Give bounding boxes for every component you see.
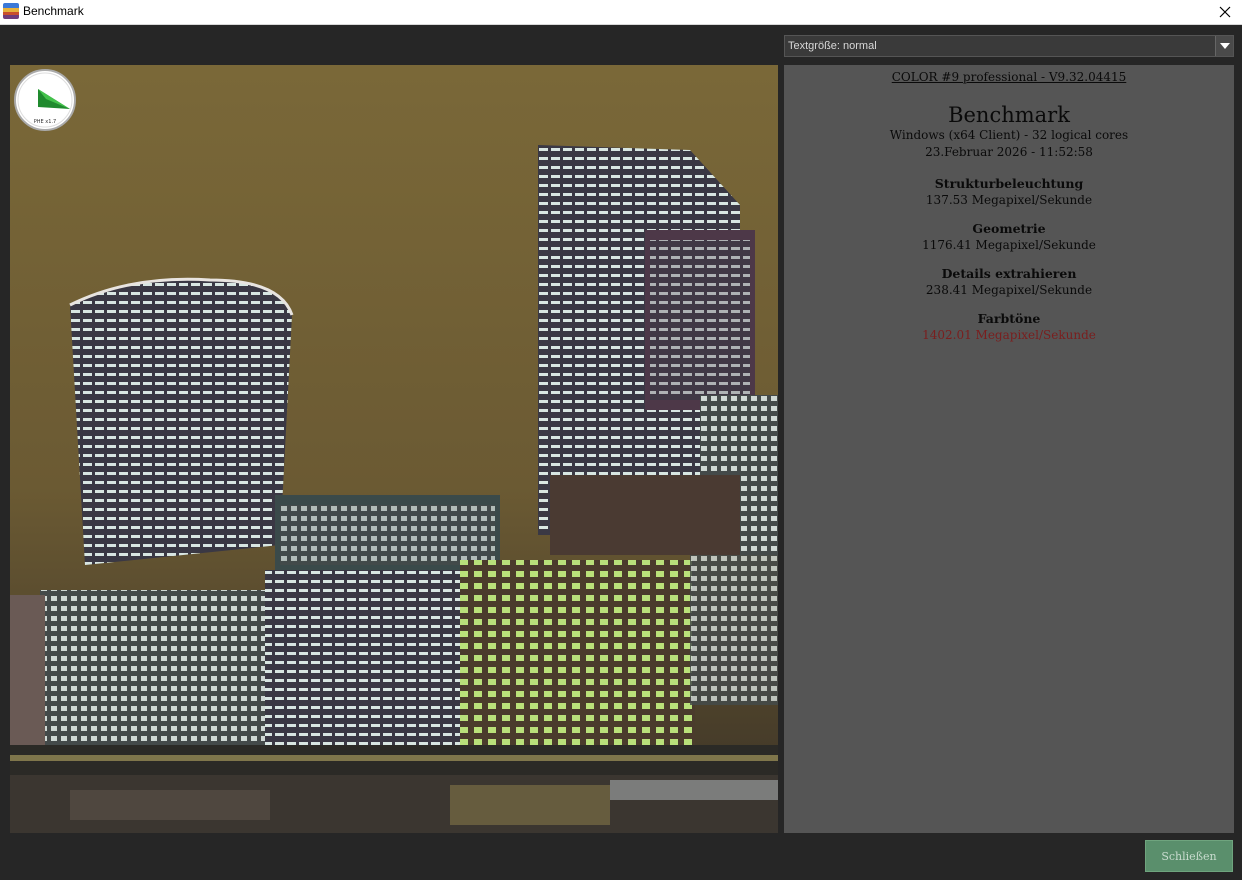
metric-name: Details extrahieren <box>941 266 1077 281</box>
metric-name: Farbtöne <box>977 311 1041 326</box>
benchmark-gauge-icon: PHE x1.7 <box>14 69 76 131</box>
benchmark-datetime: 23.Februar 2026 - 11:52:58 <box>925 145 1093 159</box>
window-title: Benchmark <box>23 4 84 18</box>
metric-value-highlighted: 1402.01 Megapixel/Sekunde <box>922 328 1096 342</box>
metric-name: Geometrie <box>972 221 1046 236</box>
version-link[interactable]: COLOR #9 professional - V9.32.04415 <box>784 70 1234 84</box>
chevron-down-icon <box>1219 42 1230 49</box>
close-icon <box>1219 6 1231 18</box>
results-title: Benchmark <box>948 103 1070 127</box>
text-size-select-value: Textgröße: normal <box>788 40 877 52</box>
gauge-label: PHE x1.7 <box>34 119 56 125</box>
window-close-button[interactable] <box>1208 0 1242 24</box>
title-bar: Benchmark <box>0 0 1242 25</box>
text-size-select[interactable]: Textgröße: normal <box>784 35 1234 57</box>
dropdown-toggle[interactable] <box>1215 36 1233 56</box>
benchmark-results-panel: COLOR #9 professional - V9.32.04415 Benc… <box>784 65 1234 833</box>
city-skyline-image: PHE x1.7 <box>10 65 778 833</box>
app-palette-icon <box>3 3 19 19</box>
system-info: Windows (x64 Client) - 32 logical cores <box>889 128 1129 142</box>
metric-value: 137.53 Megapixel/Sekunde <box>925 193 1093 207</box>
benchmark-image: PHE x1.7 <box>10 65 778 833</box>
metric-name: Strukturbeleuchtung <box>934 176 1084 191</box>
close-dialog-button[interactable]: Schließen <box>1145 840 1233 872</box>
metric-value: 238.41 Megapixel/Sekunde <box>925 283 1093 297</box>
metric-value: 1176.41 Megapixel/Sekunde <box>922 238 1096 252</box>
